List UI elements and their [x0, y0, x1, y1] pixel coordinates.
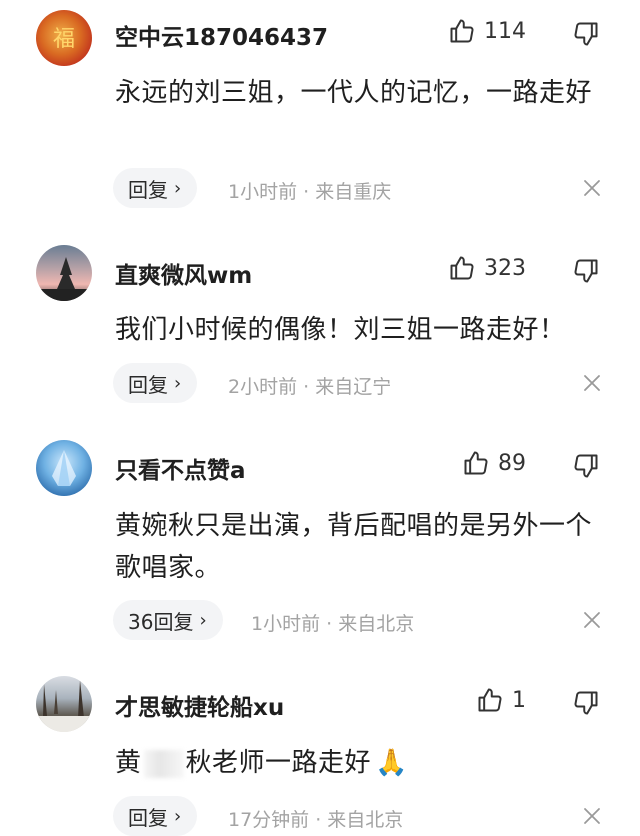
thumbs-down-icon: [574, 691, 598, 715]
close-icon[interactable]: [583, 611, 601, 629]
username[interactable]: 空中云187046437: [115, 18, 328, 52]
comment-text: 永远的刘三姐，一代人的记忆，一路走好: [115, 78, 593, 108]
like-button[interactable]: 323: [448, 254, 526, 282]
avatar[interactable]: [36, 245, 92, 301]
reply-button[interactable]: 回复 ›: [113, 363, 198, 403]
comment-text: 我们小时候的偶像！刘三姐一路走好！: [115, 315, 566, 345]
chevron-right-icon: ›: [199, 609, 207, 631]
dislike-button[interactable]: [572, 689, 600, 717]
dislike-button[interactable]: [572, 257, 600, 285]
dislike-button[interactable]: [572, 452, 600, 480]
close-icon[interactable]: [583, 179, 601, 197]
thumbs-down-icon: [574, 259, 598, 283]
comment-text: 黄婉秋只是出演，背后配唱的是另外一个歌唱家。: [115, 511, 593, 583]
reply-button[interactable]: 回复 ›: [113, 796, 198, 836]
chevron-right-icon: ›: [174, 177, 182, 199]
username[interactable]: 只看不点赞a: [115, 451, 246, 485]
like-button[interactable]: 1: [476, 686, 526, 714]
close-icon[interactable]: [583, 374, 601, 392]
chevron-right-icon: ›: [174, 372, 182, 394]
chevron-right-icon: ›: [174, 805, 182, 827]
reply-button[interactable]: 回复 ›: [113, 168, 198, 208]
thumbs-up-icon: [450, 19, 474, 43]
comment-text-start: 黄: [115, 748, 142, 778]
svg-text:福: 福: [53, 27, 75, 52]
comment-meta: 1小时前 · 来自重庆: [228, 181, 392, 203]
thumbs-up-icon: [464, 451, 488, 475]
like-button[interactable]: 114: [448, 17, 526, 45]
like-button[interactable]: 89: [462, 449, 526, 477]
comment-text-end: 秋老师一路走好: [185, 748, 372, 778]
avatar[interactable]: [36, 440, 92, 496]
like-count: 114: [484, 18, 526, 44]
praying-hands-icon: 🙏: [375, 748, 408, 778]
reply-label: 回复: [128, 372, 168, 397]
reply-label: 回复: [128, 177, 168, 202]
avatar[interactable]: [36, 676, 92, 732]
like-count: 323: [484, 255, 526, 281]
like-count: 1: [512, 687, 526, 713]
comment-text: 黄 秋老师一路走好 🙏: [115, 742, 605, 784]
dislike-button[interactable]: [572, 20, 600, 48]
comment-meta: 1小时前 · 来自北京: [251, 613, 415, 635]
reply-label: 回复: [128, 805, 168, 830]
reply-button[interactable]: 36回复 ›: [113, 600, 223, 640]
close-icon[interactable]: [583, 807, 601, 825]
username[interactable]: 直爽微风wm: [115, 256, 252, 290]
thumbs-down-icon: [574, 22, 598, 46]
username[interactable]: 才思敏捷轮船xu: [115, 688, 284, 722]
reply-label: 36回复: [128, 609, 194, 634]
blurred-censor: [143, 749, 184, 778]
like-count: 89: [498, 450, 526, 476]
thumbs-up-icon: [478, 688, 502, 712]
comment-meta: 2小时前 · 来自辽宁: [228, 376, 392, 398]
thumbs-up-icon: [450, 256, 474, 280]
comment-meta: 17分钟前 · 来自北京: [228, 809, 404, 831]
avatar[interactable]: 福: [36, 10, 92, 66]
thumbs-down-icon: [574, 454, 598, 478]
